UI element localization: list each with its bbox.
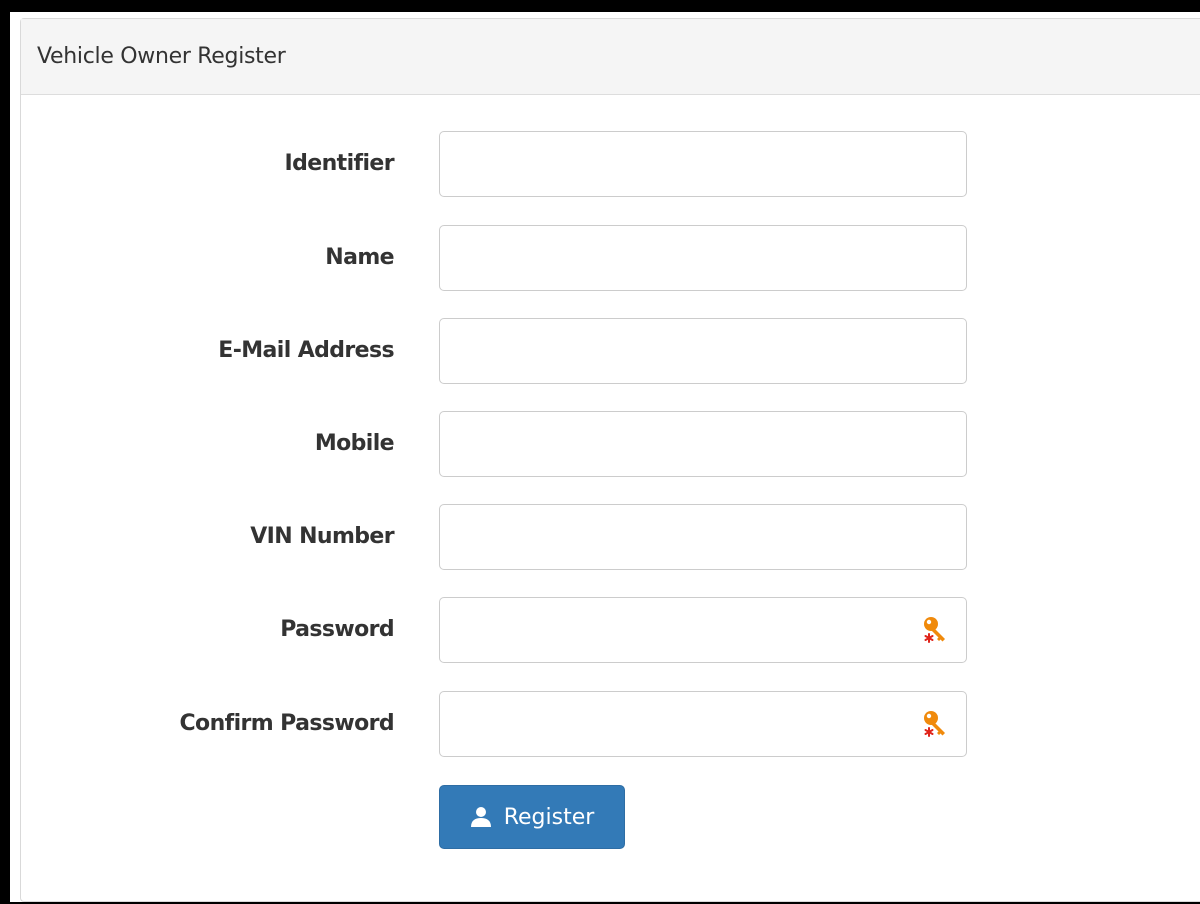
identifier-label: Identifier (284, 151, 395, 176)
form-row-vin: VIN Number (21, 504, 1200, 570)
confirm-password-input[interactable] (439, 691, 967, 757)
name-input[interactable] (439, 225, 967, 291)
panel-heading: Vehicle Owner Register (21, 19, 1200, 95)
register-button-label: Register (503, 804, 595, 830)
mobile-label: Mobile (314, 431, 395, 456)
form-row-password: Password (21, 597, 1200, 663)
form-row-identifier: Identifier (21, 131, 1200, 197)
name-label: Name (325, 245, 394, 270)
vin-number-input[interactable] (439, 504, 967, 570)
form-row-mobile: Mobile (21, 411, 1200, 477)
vin-number-label: VIN Number (250, 524, 394, 549)
password-input[interactable] (439, 597, 967, 663)
user-icon (470, 807, 491, 827)
register-button[interactable]: Register (439, 785, 625, 849)
confirm-password-label: Confirm Password (179, 711, 395, 736)
password-label: Password (280, 617, 394, 642)
form-row-name: Name (21, 225, 1200, 291)
register-panel: Vehicle Owner Register Identifier Name E… (20, 18, 1200, 902)
identifier-input[interactable] (439, 131, 967, 197)
form-row-confirm-password: Confirm Password (21, 691, 1200, 757)
email-input[interactable] (439, 318, 967, 384)
email-label: E-Mail Address (218, 338, 394, 363)
form-row-email: E-Mail Address (21, 318, 1200, 384)
mobile-input[interactable] (439, 411, 967, 477)
page-frame: Vehicle Owner Register Identifier Name E… (10, 12, 1200, 902)
panel-title: Vehicle Owner Register (37, 44, 286, 69)
